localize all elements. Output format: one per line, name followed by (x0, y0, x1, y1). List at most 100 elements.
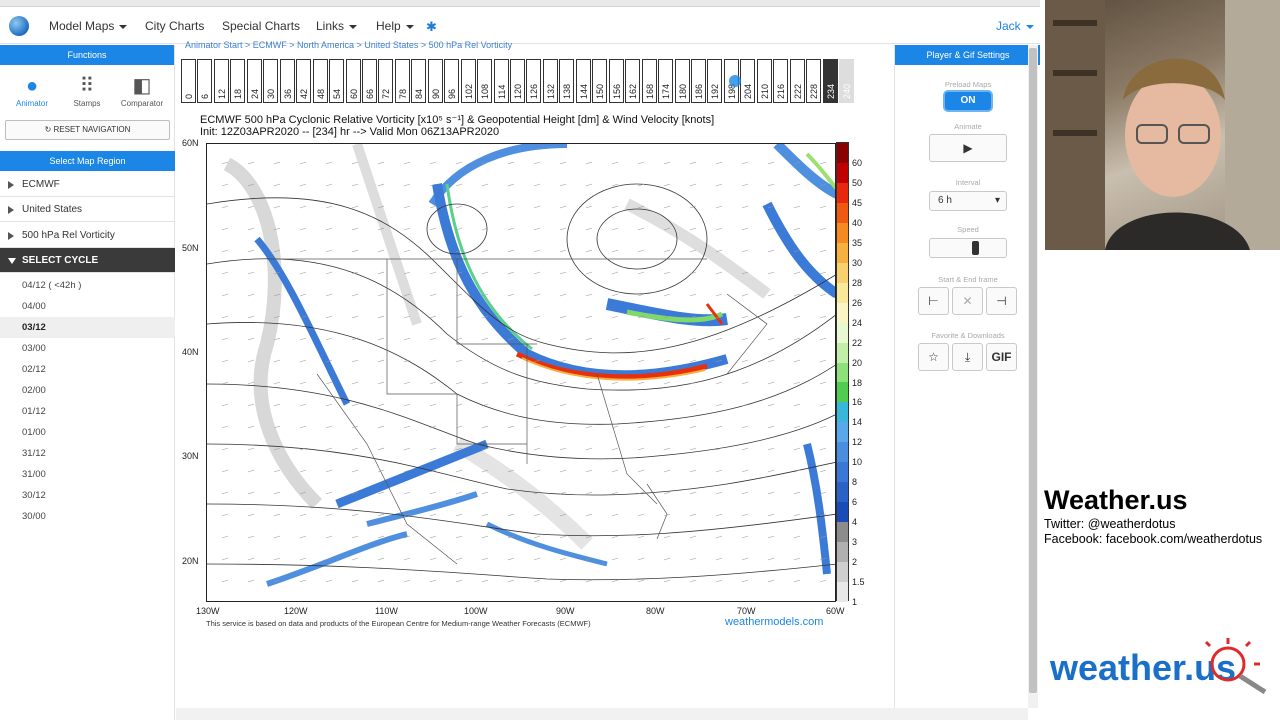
hour-button[interactable]: 90 (427, 59, 443, 103)
hour-button[interactable]: 72 (378, 59, 394, 103)
comparator-button[interactable]: ◧ Comparator (117, 73, 167, 108)
hour-button[interactable]: 162 (625, 59, 641, 103)
accordion-region[interactable]: United States (0, 197, 175, 222)
hour-button[interactable]: 144 (575, 59, 591, 103)
hour-button[interactable]: 54 (329, 59, 345, 103)
hour-button[interactable]: 60 (345, 59, 361, 103)
clear-frame-button[interactable]: ✕ (952, 287, 983, 315)
cycle-item[interactable]: 03/12 (0, 317, 175, 338)
hour-button[interactable]: 102 (460, 59, 476, 103)
scrollbar-thumb[interactable] (1029, 48, 1037, 693)
nav-city-charts[interactable]: City Charts (145, 19, 204, 33)
hour-button[interactable]: 126 (526, 59, 542, 103)
hour-button[interactable]: 168 (641, 59, 657, 103)
data-attribution: This service is based on data and produc… (206, 619, 591, 628)
favorite-label: Favorite & Downloads (931, 331, 1005, 340)
hour-button[interactable]: 66 (361, 59, 377, 103)
vertical-scrollbar[interactable] (1028, 45, 1038, 708)
reset-label: RESET NAVIGATION (53, 125, 131, 134)
nav-special-charts[interactable]: Special Charts (222, 19, 300, 33)
cycle-item[interactable]: 01/00 (0, 422, 175, 443)
hour-button[interactable]: 150 (592, 59, 608, 103)
hour-button[interactable]: 36 (279, 59, 295, 103)
preload-label: Preload Maps (944, 80, 992, 89)
hour-button[interactable]: 228 (806, 59, 822, 103)
hour-button[interactable]: 234 (822, 59, 838, 103)
favorite-button[interactable]: ☆ (918, 343, 949, 371)
accordion-parameter[interactable]: 500 hPa Rel Vorticity (0, 223, 175, 248)
cycle-item[interactable]: 31/12 (0, 443, 175, 464)
nav-help[interactable]: Help (376, 19, 414, 33)
cycle-item[interactable]: 04/00 (0, 296, 175, 317)
play-button[interactable]: ▶ (929, 134, 1007, 162)
gif-button[interactable]: GIF (986, 343, 1017, 371)
hour-button[interactable]: 18 (230, 59, 246, 103)
hour-button[interactable]: 0 (181, 59, 196, 103)
accordion-select-cycle[interactable]: SELECT CYCLE (0, 248, 175, 273)
cycle-item[interactable]: 03/00 (0, 338, 175, 359)
accordion-model[interactable]: ECMWF (0, 172, 175, 197)
functions-header: Functions (0, 45, 174, 65)
horizontal-scrollbar[interactable] (176, 708, 1028, 720)
hour-label: 6 (200, 93, 211, 99)
hour-label: 54 (332, 88, 343, 99)
cycle-item[interactable]: 30/12 (0, 485, 175, 506)
lon-label: 60W (826, 606, 845, 616)
hour-button[interactable]: 6 (197, 59, 213, 103)
lon-label: 90W (556, 606, 575, 616)
nav-links[interactable]: Links (316, 19, 358, 33)
hour-button[interactable]: 180 (674, 59, 690, 103)
hour-button[interactable]: 192 (707, 59, 723, 103)
cycle-item[interactable]: 02/12 (0, 359, 175, 380)
slider-handle[interactable] (972, 241, 979, 255)
speed-slider[interactable] (929, 238, 1007, 258)
hour-button[interactable]: 210 (756, 59, 772, 103)
interval-select[interactable]: 6 h ▾ (929, 191, 1007, 211)
weathermodels-link[interactable]: weathermodels.com (725, 616, 823, 628)
preload-toggle[interactable]: ON (945, 92, 991, 110)
hour-button[interactable]: 78 (394, 59, 410, 103)
nav-model-maps[interactable]: Model Maps (49, 19, 128, 33)
colorbar-segment (837, 442, 848, 463)
refresh-icon: ↻ (44, 125, 54, 134)
hour-button[interactable]: 24 (246, 59, 262, 103)
hour-button[interactable]: 174 (658, 59, 674, 103)
hour-button[interactable]: 48 (312, 59, 328, 103)
cycle-item[interactable]: 04/12 ( <42h ) (0, 275, 175, 296)
hour-button[interactable]: 96 (444, 59, 460, 103)
start-frame-button[interactable]: ⊢ (918, 287, 949, 315)
hour-button[interactable]: 204 (740, 59, 756, 103)
stamps-button[interactable]: ⠿ Stamps (62, 73, 112, 108)
hour-button[interactable]: 222 (789, 59, 805, 103)
cycle-item[interactable]: 02/00 (0, 380, 175, 401)
hour-button[interactable]: 132 (542, 59, 558, 103)
hour-label: 12 (216, 88, 227, 99)
download-button[interactable]: ⤓ (952, 343, 983, 371)
vorticity-map[interactable] (206, 143, 836, 602)
cycle-item[interactable]: 01/12 (0, 401, 175, 422)
breadcrumb[interactable]: Animator Start > ECMWF > North America >… (185, 40, 512, 50)
hour-button[interactable]: 30 (263, 59, 279, 103)
end-frame-button[interactable]: ⊣ (986, 287, 1017, 315)
hour-button[interactable]: 156 (608, 59, 624, 103)
hour-button[interactable]: 120 (510, 59, 525, 103)
animator-button[interactable]: ● Animator (7, 73, 57, 108)
hour-button[interactable]: 186 (690, 59, 706, 103)
hour-button[interactable]: 138 (559, 59, 575, 103)
reset-navigation-button[interactable]: ↻ RESET NAVIGATION (5, 120, 170, 140)
hour-button[interactable]: 240 (839, 59, 854, 103)
hour-button[interactable]: 108 (477, 59, 493, 103)
colorbar-segment (837, 302, 848, 324)
hour-button[interactable]: 12 (213, 59, 229, 103)
hour-button[interactable]: 84 (411, 59, 427, 103)
hour-button[interactable]: 42 (296, 59, 312, 103)
bug-report-icon[interactable]: ✱ (426, 19, 437, 35)
user-menu[interactable]: Jack (996, 19, 1034, 33)
cycle-item[interactable]: 30/00 (0, 506, 175, 527)
cycle-item[interactable]: 31/00 (0, 464, 175, 485)
hour-button[interactable]: 114 (493, 59, 509, 103)
lon-label: 110W (375, 606, 398, 616)
colorbar-segment (837, 182, 848, 204)
hour-button[interactable]: 216 (773, 59, 789, 103)
globe-logo-icon[interactable] (9, 16, 29, 36)
